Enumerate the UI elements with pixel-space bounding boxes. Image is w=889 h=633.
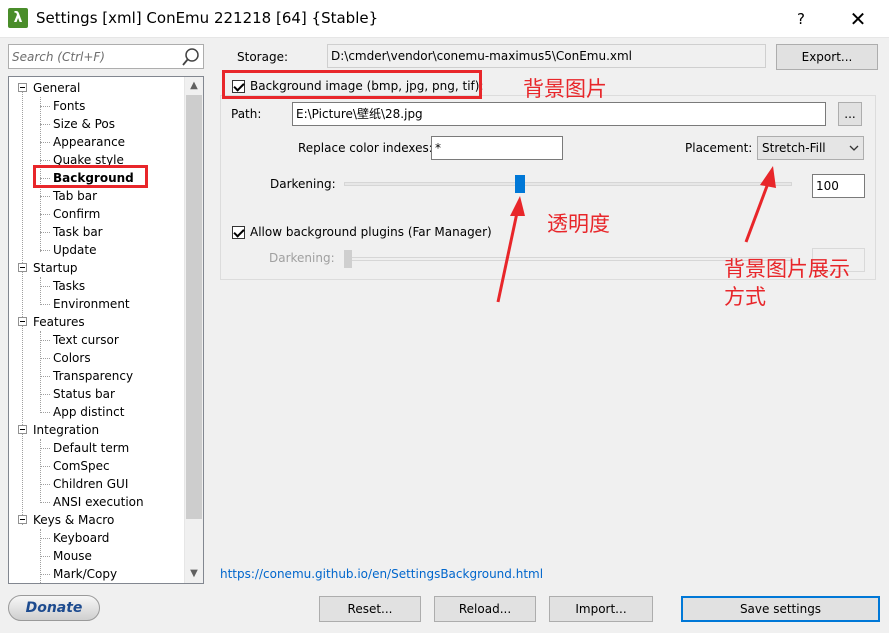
- tree-item-comspec[interactable]: ComSpec: [53, 457, 110, 475]
- darkening-value-input[interactable]: 100: [812, 174, 865, 198]
- tree-item-fonts[interactable]: Fonts: [53, 97, 85, 115]
- scroll-down-icon[interactable]: ▼: [185, 565, 203, 583]
- storage-path-field[interactable]: D:\cmder\vendor\conemu-maximus5\ConEmu.x…: [327, 44, 766, 68]
- tree-item-mouse[interactable]: Mouse: [53, 547, 92, 565]
- tree-item-confirm[interactable]: Confirm: [53, 205, 100, 223]
- search-input[interactable]: [12, 48, 172, 65]
- chevron-down-icon: [849, 145, 859, 151]
- replace-color-label: Replace color indexes:: [298, 141, 433, 155]
- tree-item-app-distinct[interactable]: App distinct: [53, 403, 124, 421]
- scroll-up-icon[interactable]: ▲: [185, 77, 203, 95]
- tree-item-tasks[interactable]: Tasks: [53, 277, 85, 295]
- expand-general-icon[interactable]: [18, 83, 27, 92]
- tree-node-integration[interactable]: Integration: [33, 421, 99, 439]
- path-label: Path:: [231, 107, 262, 121]
- browse-button[interactable]: ...: [838, 102, 862, 126]
- save-settings-button[interactable]: Save settings: [681, 596, 880, 622]
- tree-item-size-pos[interactable]: Size & Pos: [53, 115, 115, 133]
- expand-startup-icon[interactable]: [18, 263, 27, 272]
- plugins-darkening-slider-thumb: [344, 250, 352, 268]
- expand-integration-icon[interactable]: [18, 425, 27, 434]
- expand-keys-macro-icon[interactable]: [18, 515, 27, 524]
- tree-item-appearance[interactable]: Appearance: [53, 133, 125, 151]
- tree-item-status-bar[interactable]: Status bar: [53, 385, 115, 403]
- tree-item-task-bar[interactable]: Task bar: [53, 223, 103, 241]
- tree-item-ansi-execution[interactable]: ANSI execution: [53, 493, 144, 511]
- title-bar: λ Settings [xml] ConEmu 221218 [64] {Sta…: [0, 0, 889, 38]
- annotation-placement-line2: 方式: [724, 285, 766, 309]
- window-title: Settings [xml] ConEmu 221218 [64] {Stabl…: [36, 9, 379, 27]
- close-icon[interactable]: ✕: [843, 6, 873, 32]
- annotation-bg-image: 背景图片: [523, 77, 607, 101]
- search-icon[interactable]: [181, 47, 201, 67]
- tree-item-colors[interactable]: Colors: [53, 349, 91, 367]
- plugins-darkening-label: Darkening:: [269, 251, 335, 265]
- reset-button[interactable]: Reset...: [319, 596, 421, 622]
- tree-node-general[interactable]: General: [33, 79, 80, 97]
- tree-item-update[interactable]: Update: [53, 241, 96, 259]
- tree-item-default-term[interactable]: Default term: [53, 439, 129, 457]
- annotation-placement-line1: 背景图片展示: [724, 257, 850, 281]
- tree-item-mark-copy[interactable]: Mark/Copy: [53, 565, 117, 583]
- settings-tree: General Fonts Size & Pos Appearance Quak…: [8, 76, 204, 584]
- expand-features-icon[interactable]: [18, 317, 27, 326]
- import-button[interactable]: Import...: [549, 596, 653, 622]
- donate-button[interactable]: Donate: [8, 595, 100, 621]
- scroll-thumb[interactable]: [186, 95, 202, 519]
- reload-button[interactable]: Reload...: [434, 596, 536, 622]
- tree-item-children-gui[interactable]: Children GUI: [53, 475, 128, 493]
- tree-node-keys-macro[interactable]: Keys & Macro: [33, 511, 114, 529]
- annotation-opacity: 透明度: [547, 212, 610, 236]
- tree-node-startup[interactable]: Startup: [33, 259, 78, 277]
- tree-item-transparency[interactable]: Transparency: [53, 367, 133, 385]
- search-box: [8, 44, 204, 69]
- tree-item-text-cursor[interactable]: Text cursor: [53, 331, 119, 349]
- tree-item-environment[interactable]: Environment: [53, 295, 130, 313]
- tree-item-tab-bar[interactable]: Tab bar: [53, 187, 97, 205]
- export-button[interactable]: Export...: [776, 44, 878, 70]
- darkening-label: Darkening:: [270, 177, 336, 191]
- conemu-app-icon: λ: [8, 8, 28, 28]
- bg-plugins-label[interactable]: Allow background plugins (Far Manager): [250, 225, 492, 239]
- highlight-box-bg-image: [222, 70, 482, 99]
- tree-node-features[interactable]: Features: [33, 313, 85, 331]
- path-input[interactable]: E:\Picture\壁纸\28.jpg: [292, 102, 826, 126]
- help-button[interactable]: ?: [786, 8, 816, 30]
- highlight-box-background: [33, 165, 148, 188]
- tree-scrollbar[interactable]: ▲ ▼: [184, 77, 203, 583]
- tree-item-keyboard[interactable]: Keyboard: [53, 529, 109, 547]
- storage-label: Storage:: [237, 50, 288, 64]
- help-link[interactable]: https://conemu.github.io/en/SettingsBack…: [220, 567, 543, 581]
- bg-plugins-checkbox[interactable]: [232, 226, 245, 239]
